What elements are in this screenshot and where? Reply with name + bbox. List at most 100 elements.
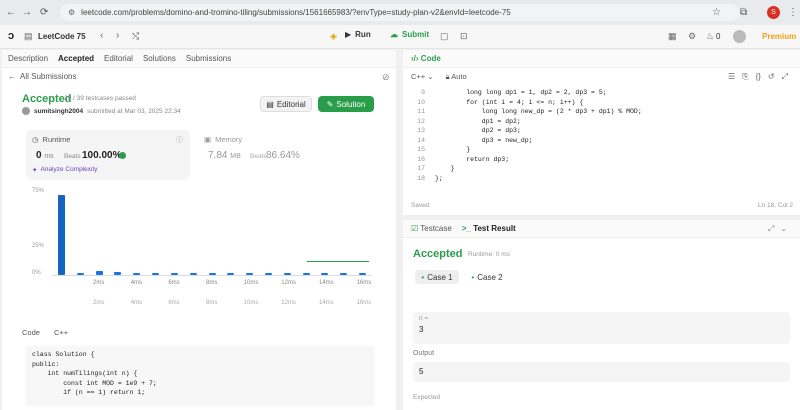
chart-bar[interactable] [152,273,160,275]
profile-avatar[interactable]: S [767,6,780,19]
code-line: const int MOD = 1e9 + 7; [32,379,157,387]
input-box: n = 3 [413,312,790,344]
tab-testcase[interactable]: ☑ Testcase [411,224,452,233]
format-icon[interactable]: ☰ [728,72,735,82]
case-2-tab[interactable]: • Case 2 [465,270,509,284]
reload-icon[interactable]: ⟳ [40,7,48,18]
checkbox-icon: ☑ [411,224,419,233]
share-link-icon[interactable]: ⊘ [382,72,390,83]
runtime-card[interactable]: ◷ Runtime ⓘ 0 ms Beats 100.00% ✦ Analyze C… [26,130,190,180]
analyze-complexity-link[interactable]: ✦ Analyze Complexity [32,166,98,174]
code-line: if (n == 1) return 1; [32,389,146,396]
runtime-value: 0 ms [36,150,54,161]
chart-bar[interactable] [170,273,178,275]
chart-bar[interactable] [340,273,348,275]
layout-icon[interactable]: ▦ [668,31,677,42]
next-problem-icon[interactable]: › [116,30,119,41]
notes-icon[interactable]: ▢ [440,31,449,42]
chart-bar[interactable] [359,273,367,275]
bookmark-icon[interactable]: ⎘ [742,72,748,82]
chart-bar[interactable] [302,273,310,275]
collapse-icon[interactable]: ⌄ [780,224,787,234]
chart-bar[interactable] [95,270,103,275]
debug-icon[interactable]: ◈ [330,31,337,42]
memory-beats: 86.64% [266,150,300,161]
session-icon[interactable]: ⊡ [460,31,468,42]
editor-code-area[interactable]: 9 long long dp1 = 1, dp2 = 2, dp3 = 5; 10… [403,88,800,183]
x-tick-label: 16ms [356,280,372,286]
user-avatar[interactable] [733,30,746,43]
chart-bar[interactable] [57,195,65,275]
expand-icon[interactable]: ⤢ [768,224,774,234]
braces-icon[interactable]: {} [756,72,761,82]
line-number: 17 [417,165,425,172]
extensions-icon[interactable]: ⧉ [740,7,747,18]
code-brackets-icon: ‹/› [411,54,419,63]
line-text: dp1 = dp2; [435,117,521,125]
dot-icon: • [471,272,475,282]
username[interactable]: sumitsingh2004 [34,108,83,115]
chart-bar[interactable] [283,273,291,275]
address-bar[interactable]: ⚙ leetcode.com/problems/domino-and-tromi… [60,4,740,21]
forward-arrow-icon[interactable]: → [22,7,32,18]
settings-icon[interactable]: ⚙ [688,31,696,42]
chart-bar[interactable] [76,272,84,275]
reset-icon[interactable]: ↺ [768,72,775,82]
output-value: 5 [413,362,790,382]
code-preview[interactable]: class Solution { public: int numTilings(… [26,346,374,406]
shuffle-icon[interactable]: ⤭ [132,31,139,42]
leetcode-header: ↄ ▤ LeetCode 75 ‹ › ⤭ ◈ ▶ Run ☁ Submit ▢ ⊡… [0,25,800,49]
cloud-upload-icon: ☁ [390,30,398,39]
star-icon[interactable]: ☆ [712,7,721,18]
chart-bar[interactable] [227,273,235,275]
lock-icon: 🔒︎ [445,72,450,81]
tab-submissions[interactable]: Submissions [186,54,231,63]
chart-bar[interactable] [246,273,254,275]
run-button[interactable]: ▶ Run [345,30,371,39]
tab-test-result[interactable]: >_ Test Result [462,224,516,233]
solution-button[interactable]: ✎ Solution [318,96,374,112]
submitted-time: submitted at Mar 03, 2025 22:34 [87,107,181,115]
chart-bar[interactable] [133,273,141,275]
editor-line: 14 dp3 = new_dp; [403,136,800,146]
streak-icon[interactable]: ♨ [706,31,714,42]
study-plan-title[interactable]: LeetCode 75 [38,32,86,41]
memory-card[interactable]: ▣ Memory 7.84 MB Beats 86.64% [200,130,370,180]
tab-editorial[interactable]: Editorial [104,54,133,63]
study-plan-icon[interactable]: ▤ [24,31,33,42]
menu-kebab-icon[interactable]: ⋮ [788,7,798,18]
x-tick-label: 16ms [356,300,372,306]
x-tick-label: 2ms [93,300,105,306]
info-icon[interactable]: ⓘ [176,135,183,145]
runtime-distribution-chart[interactable]: 75% 25% 0% 2ms 4ms 6ms 8ms 10ms 12ms 14ms 16ms … [32,188,372,323]
pencil-icon: ✎ [326,99,334,109]
leetcode-logo-icon[interactable]: ↄ [8,30,14,42]
chart-bar[interactable] [114,271,122,275]
tab-description[interactable]: Description [8,54,48,63]
all-submissions-link[interactable]: ← All Submissions [8,72,76,81]
case-1-tab[interactable]: • Case 1 [415,270,459,284]
editor-line: 16 return dp3; [403,155,800,165]
chart-bar[interactable] [189,273,197,275]
tab-solutions[interactable]: Solutions [143,54,176,63]
back-arrow-icon[interactable]: ← [6,7,16,18]
submit-button[interactable]: ☁ Submit [390,30,429,39]
fullscreen-icon[interactable]: ⤢ [782,72,788,82]
language-select[interactable]: C++ ⌄ [411,72,434,82]
chart-bar[interactable] [264,273,272,275]
prev-problem-icon[interactable]: ‹ [100,30,103,41]
chart-bar[interactable] [208,273,216,275]
site-info-icon[interactable]: ⚙ [68,8,75,17]
runtime-label: ◷ Runtime [32,135,71,144]
submission-meta: sumitsingh2004 submitted at Mar 03, 2025… [22,107,181,115]
premium-link[interactable]: Premium [762,32,796,41]
chart-bar[interactable] [321,273,329,275]
code-header: Code C++ [22,328,68,337]
tab-accepted[interactable]: Accepted [58,54,94,63]
autocomplete-toggle[interactable]: 🔒︎ Auto [446,72,467,82]
tab-code[interactable]: ‹/› Code [411,54,441,63]
code-editor-panel: ‹/› Code C++ ⌄ 🔒︎ Auto ☰ ⎘ {} ↺ ⤢ 9 long… [403,50,800,215]
user-avatar-small [22,107,30,115]
memory-marker-line [307,261,369,262]
editorial-button[interactable]: ▤ Editorial [260,96,312,112]
